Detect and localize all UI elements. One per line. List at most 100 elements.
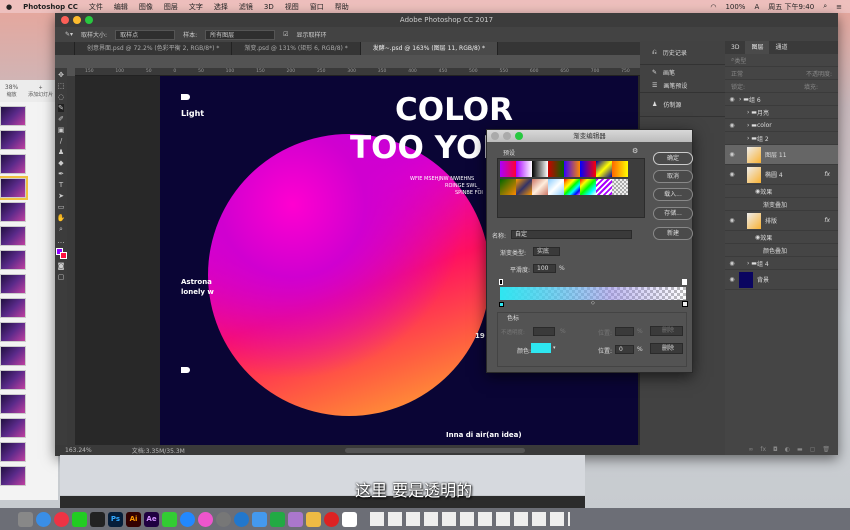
system-prefs-icon[interactable] bbox=[216, 511, 231, 527]
layer-row[interactable]: › ▬ 月亮 bbox=[725, 106, 838, 119]
preset-swatch[interactable] bbox=[580, 179, 596, 195]
preset-swatch[interactable] bbox=[612, 161, 628, 177]
apple-icon[interactable]: ● bbox=[6, 3, 12, 11]
new-button[interactable]: 新建 bbox=[653, 227, 693, 240]
search-icon[interactable]: ⌕ bbox=[823, 2, 827, 11]
sample-select[interactable]: 所有图层 bbox=[205, 29, 276, 40]
input-source[interactable]: A bbox=[754, 3, 759, 11]
slide-thumb[interactable] bbox=[0, 394, 26, 414]
app-icon[interactable] bbox=[234, 511, 249, 527]
slide-thumb[interactable] bbox=[0, 466, 26, 486]
fx-badge[interactable]: fx bbox=[824, 217, 830, 224]
preset-swatch[interactable] bbox=[532, 161, 548, 177]
menu-item[interactable]: 图层 bbox=[164, 2, 178, 12]
slide-thumb[interactable] bbox=[0, 176, 28, 200]
slide-thumb[interactable] bbox=[0, 298, 26, 318]
visibility-eye-icon[interactable]: ◉ bbox=[725, 276, 739, 283]
move-tool-icon[interactable]: ✥ bbox=[58, 71, 64, 79]
add-slide-button[interactable]: 添加幻灯片 bbox=[28, 91, 53, 98]
menu-item[interactable]: 文件 bbox=[89, 2, 103, 12]
messages-icon[interactable] bbox=[162, 511, 177, 527]
folder-icon[interactable]: ▬ bbox=[797, 446, 803, 453]
delete-opacity-button[interactable]: 删除 bbox=[650, 326, 683, 336]
layer-row[interactable]: › ▬ 组 2 bbox=[725, 132, 838, 145]
app-icon[interactable] bbox=[306, 511, 321, 527]
preset-swatch[interactable] bbox=[564, 161, 580, 177]
menu-item[interactable]: 帮助 bbox=[335, 2, 349, 12]
smoothness-input[interactable]: 100 bbox=[533, 264, 556, 273]
preset-swatch[interactable] bbox=[516, 179, 532, 195]
layer-row[interactable]: ◉ › ▬ 组 6 bbox=[725, 93, 838, 106]
eyedropper-icon[interactable]: ✎▾ bbox=[65, 31, 73, 38]
preset-swatch[interactable] bbox=[596, 161, 612, 177]
panel-clone-source[interactable]: ♟ 仿制源 bbox=[640, 93, 725, 117]
baidu-cloud-icon[interactable] bbox=[342, 511, 357, 527]
slide-thumb[interactable] bbox=[0, 274, 26, 294]
visibility-eye-icon[interactable]: ◉ bbox=[725, 122, 739, 129]
stop-color-swatch[interactable] bbox=[531, 343, 551, 353]
visibility-eye-icon[interactable]: ◉ bbox=[725, 151, 739, 158]
slide-thumb[interactable] bbox=[0, 226, 26, 246]
keynote-icon[interactable] bbox=[252, 511, 267, 527]
lasso-tool-icon[interactable]: ◌ bbox=[58, 93, 64, 101]
preset-swatch[interactable] bbox=[516, 161, 532, 177]
close-button[interactable] bbox=[491, 132, 499, 140]
save-button[interactable]: 存储... bbox=[653, 207, 693, 220]
opacity-input[interactable] bbox=[533, 327, 555, 336]
opacity-stop-right[interactable] bbox=[682, 279, 687, 285]
after-effects-icon[interactable]: Ae bbox=[144, 511, 159, 527]
gradient-tool-icon[interactable]: ▣ bbox=[58, 126, 65, 134]
menu-app[interactable]: Photoshop CC bbox=[23, 3, 78, 11]
eyedropper-tool-icon[interactable]: ✎ bbox=[58, 104, 64, 112]
type-select[interactable]: 实底 bbox=[533, 247, 560, 256]
menu-item[interactable]: 文字 bbox=[189, 2, 203, 12]
app-icon[interactable] bbox=[288, 511, 303, 527]
menu-item[interactable]: 选择 bbox=[214, 2, 228, 12]
zoom-button[interactable] bbox=[85, 16, 93, 24]
visibility-eye-icon[interactable]: ◉ bbox=[725, 217, 739, 224]
preset-swatch[interactable] bbox=[548, 161, 564, 177]
slide-thumb[interactable] bbox=[0, 130, 26, 150]
quick-mask-icon[interactable]: ◙ bbox=[58, 262, 65, 270]
tab-document[interactable]: 创意界面.psd @ 72.2% (色彩平衡 2, RGB/8*) * bbox=[75, 42, 233, 55]
wechat-icon[interactable] bbox=[72, 511, 87, 527]
layer-row[interactable]: 渐变叠加 bbox=[725, 198, 838, 211]
layer-row[interactable]: ◉ 图层 11 bbox=[725, 145, 838, 165]
preset-swatch[interactable] bbox=[500, 161, 516, 177]
panel-brush[interactable]: ✎ 画笔 bbox=[640, 65, 725, 79]
visibility-eye-icon[interactable]: ◉ bbox=[725, 171, 739, 178]
menu-item[interactable]: 编辑 bbox=[114, 2, 128, 12]
layer-row[interactable]: ◉ › ▬ 组 4 bbox=[725, 257, 838, 270]
layer-row[interactable]: ◉ 椭圆 4 fx bbox=[725, 165, 838, 185]
slide-thumb[interactable] bbox=[0, 322, 26, 342]
brush-tool-icon[interactable]: / bbox=[60, 137, 62, 145]
layer-row[interactable]: ◉ 排版 fx bbox=[725, 211, 838, 231]
more-tools-icon[interactable]: … bbox=[58, 237, 65, 245]
illustrator-icon[interactable]: Ai bbox=[126, 511, 141, 527]
visibility-eye-icon[interactable]: ◉ bbox=[725, 96, 739, 103]
mask-icon[interactable]: ◘ bbox=[773, 446, 778, 453]
shape-tool-icon[interactable]: ▭ bbox=[58, 203, 65, 211]
wifi-icon[interactable]: ◠ bbox=[710, 3, 716, 11]
color-location-input[interactable]: 0 bbox=[615, 345, 634, 354]
color-stop-left[interactable] bbox=[499, 302, 504, 307]
slide-thumb[interactable] bbox=[0, 106, 26, 126]
fx-badge[interactable]: fx bbox=[824, 171, 830, 178]
tab-document[interactable]: 渐变.psd @ 131% (矩形 6, RGB/8) * bbox=[232, 42, 361, 55]
slide-thumb[interactable] bbox=[0, 442, 26, 462]
menu-item[interactable]: 窗口 bbox=[310, 2, 324, 12]
preset-swatch[interactable] bbox=[596, 179, 612, 195]
eraser-tool-icon[interactable]: ◆ bbox=[58, 159, 63, 167]
menu-item[interactable]: 3D bbox=[264, 3, 274, 11]
layer-row[interactable]: ◉ 效果 bbox=[725, 231, 838, 244]
brush-heal-tool-icon[interactable]: ✐ bbox=[58, 115, 64, 123]
netease-music-icon[interactable] bbox=[324, 511, 339, 527]
minimize-button[interactable] bbox=[73, 16, 81, 24]
itunes-icon[interactable] bbox=[198, 511, 213, 527]
filter-kind[interactable]: 类型 bbox=[734, 56, 746, 65]
slide-thumb[interactable] bbox=[0, 370, 26, 390]
tab-layers[interactable]: 图层 bbox=[745, 41, 770, 54]
layer-row[interactable]: 颜色叠加 bbox=[725, 244, 838, 257]
fx-icon[interactable]: fx bbox=[760, 446, 766, 453]
hand-tool-icon[interactable]: ✋ bbox=[57, 214, 66, 222]
